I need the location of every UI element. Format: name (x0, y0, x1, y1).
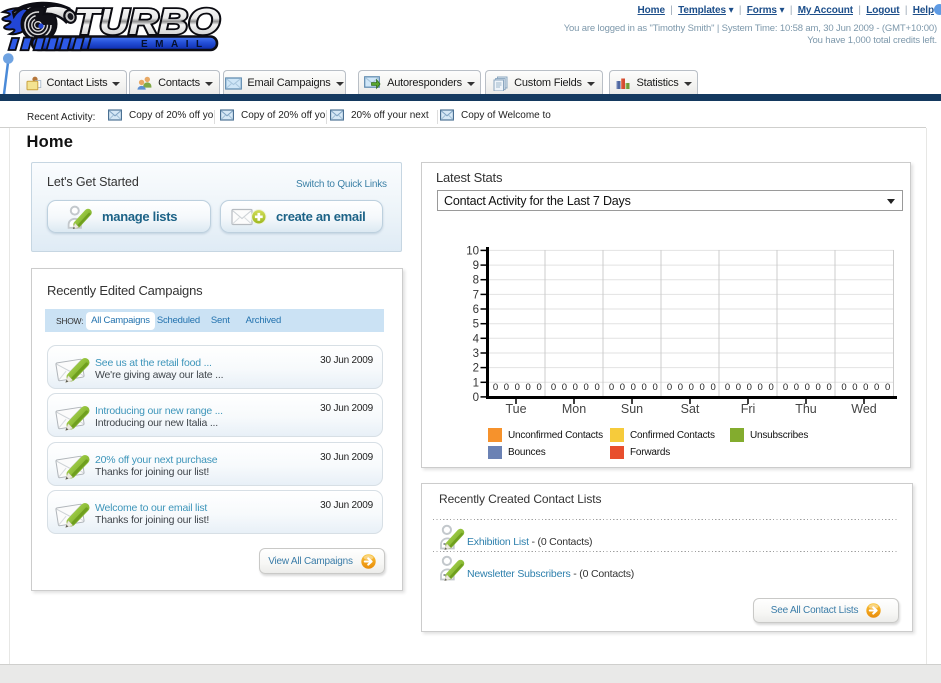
svg-text:7: 7 (473, 289, 479, 301)
svg-text:0: 0 (594, 382, 599, 393)
svg-text:0: 0 (667, 382, 672, 393)
svg-text:0: 0 (526, 382, 531, 393)
svg-text:0: 0 (493, 382, 498, 393)
svg-text:6: 6 (473, 304, 479, 316)
svg-text:0: 0 (551, 382, 556, 393)
svg-text:0: 0 (747, 382, 752, 393)
svg-text:10: 10 (466, 245, 479, 257)
svg-text:0: 0 (620, 382, 625, 393)
svg-text:0: 0 (652, 382, 657, 393)
svg-text:0: 0 (700, 382, 705, 393)
svg-text:0: 0 (642, 382, 647, 393)
svg-text:3: 3 (473, 348, 479, 360)
svg-text:5: 5 (473, 319, 479, 331)
svg-text:Sat: Sat (681, 402, 700, 416)
svg-text:0: 0 (885, 382, 890, 393)
svg-text:0: 0 (689, 382, 694, 393)
svg-text:0: 0 (736, 382, 741, 393)
svg-text:0: 0 (473, 392, 479, 404)
svg-text:0: 0 (609, 382, 614, 393)
svg-text:0: 0 (584, 382, 589, 393)
svg-text:0: 0 (852, 382, 857, 393)
svg-text:0: 0 (678, 382, 683, 393)
svg-text:0: 0 (536, 382, 541, 393)
svg-text:0: 0 (768, 382, 773, 393)
svg-text:Mon: Mon (562, 402, 586, 416)
svg-text:0: 0 (758, 382, 763, 393)
svg-text:4: 4 (473, 333, 480, 345)
svg-text:0: 0 (841, 382, 846, 393)
svg-text:0: 0 (562, 382, 567, 393)
svg-text:2: 2 (473, 363, 479, 375)
svg-text:EMAIL: EMAIL (141, 39, 210, 50)
svg-text:0: 0 (710, 382, 715, 393)
svg-text:Thu: Thu (795, 402, 817, 416)
svg-text:Wed: Wed (851, 402, 877, 416)
svg-text:0: 0 (874, 382, 879, 393)
svg-text:0: 0 (631, 382, 636, 393)
svg-text:1: 1 (473, 377, 479, 389)
svg-text:8: 8 (473, 275, 479, 287)
svg-text:0: 0 (794, 382, 799, 393)
svg-text:0: 0 (826, 382, 831, 393)
svg-text:0: 0 (515, 382, 520, 393)
svg-text:Fri: Fri (741, 402, 756, 416)
svg-text:Tue: Tue (505, 402, 526, 416)
svg-text:0: 0 (805, 382, 810, 393)
svg-text:0: 0 (816, 382, 821, 393)
svg-text:0: 0 (725, 382, 730, 393)
svg-text:9: 9 (473, 260, 479, 272)
svg-text:Sun: Sun (621, 402, 643, 416)
svg-text:0: 0 (504, 382, 509, 393)
svg-text:0: 0 (863, 382, 868, 393)
svg-text:0: 0 (783, 382, 788, 393)
svg-text:0: 0 (573, 382, 578, 393)
